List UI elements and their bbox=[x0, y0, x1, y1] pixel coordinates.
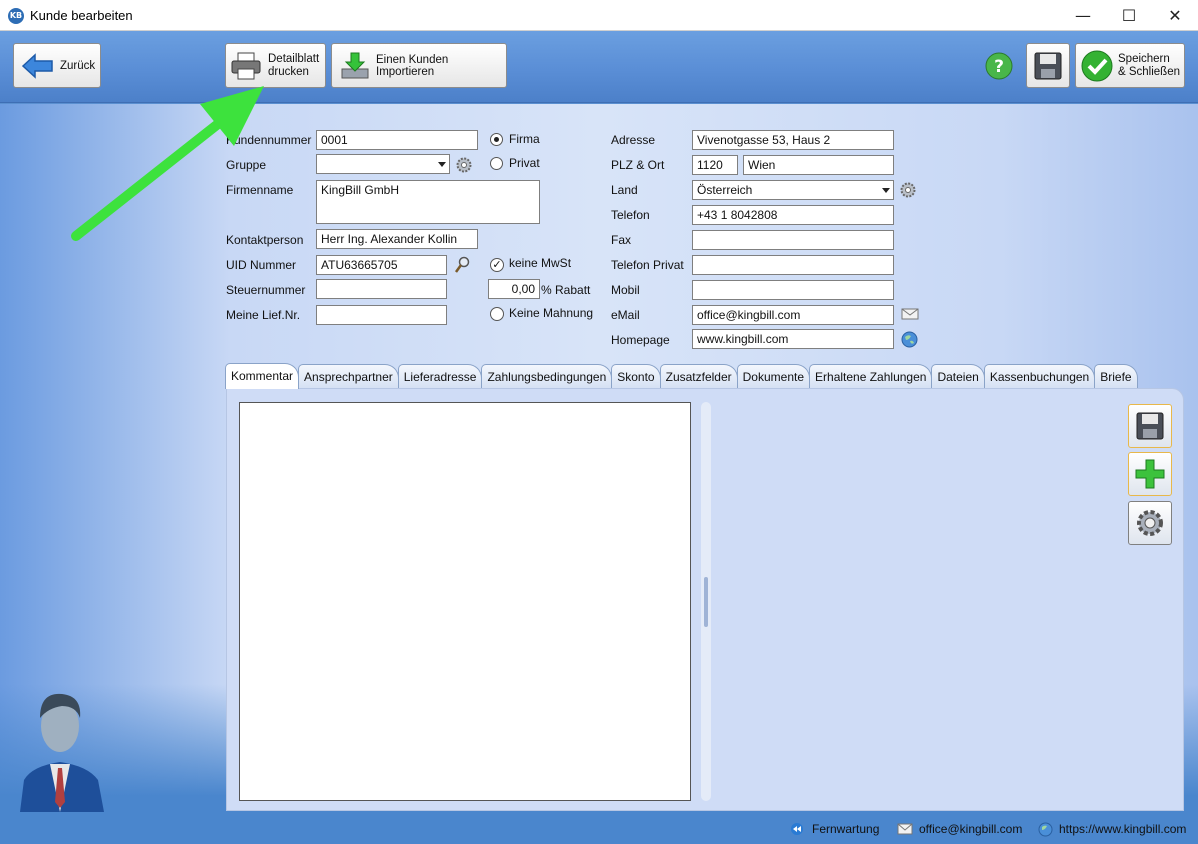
floppy-disk-icon bbox=[1136, 412, 1164, 440]
chevron-down-icon bbox=[438, 162, 446, 167]
email-label: eMail bbox=[611, 308, 640, 322]
mobil-label: Mobil bbox=[611, 283, 640, 297]
remote-support-icon bbox=[791, 823, 803, 835]
email-field[interactable]: office@kingbill.com bbox=[692, 305, 894, 325]
ort-field[interactable]: Wien bbox=[743, 155, 894, 175]
rabatt-field[interactable]: 0,00 bbox=[488, 279, 540, 299]
keine-mwst-checkbox[interactable]: ✓ bbox=[490, 258, 504, 272]
tab-dateien[interactable]: Dateien bbox=[931, 364, 985, 389]
gear-icon bbox=[1137, 510, 1163, 536]
keine-mahnung-label: Keine Mahnung bbox=[509, 306, 594, 320]
window-title: Kunde bearbeiten bbox=[30, 8, 133, 23]
lief-nr-field[interactable] bbox=[316, 305, 447, 325]
save-close-button[interactable]: Speichern & Schließen bbox=[1075, 43, 1185, 88]
tab-briefe[interactable]: Briefe bbox=[1094, 364, 1138, 389]
checkmark-icon bbox=[1081, 50, 1113, 81]
tab-zusatzfelder[interactable]: Zusatzfelder bbox=[659, 364, 738, 389]
telefon-label: Telefon bbox=[611, 208, 650, 222]
steuernummer-label: Steuernummer bbox=[226, 283, 306, 297]
rabatt-label: % Rabatt bbox=[541, 283, 591, 297]
title-bar: KB Kunde bearbeiten — ☐ ✕ bbox=[0, 0, 1198, 31]
import-label: Einen Kunden Importieren bbox=[376, 53, 449, 78]
comment-settings-button[interactable] bbox=[1128, 501, 1172, 545]
telefon-privat-label: Telefon Privat bbox=[611, 258, 684, 272]
user-avatar-icon bbox=[20, 693, 104, 812]
firma-label: Firma bbox=[509, 132, 540, 146]
steuernummer-field[interactable] bbox=[316, 279, 447, 299]
printer-icon bbox=[231, 52, 261, 79]
arrow-left-icon bbox=[22, 52, 53, 79]
fax-label: Fax bbox=[611, 233, 632, 247]
import-customer-button[interactable]: Einen Kunden Importieren bbox=[331, 43, 507, 88]
comment-add-button[interactable] bbox=[1128, 452, 1172, 496]
firma-radio[interactable] bbox=[490, 133, 503, 146]
envelope-icon bbox=[897, 823, 913, 835]
privat-label: Privat bbox=[509, 156, 540, 170]
homepage-label: Homepage bbox=[611, 333, 670, 347]
app-logo-icon: KB bbox=[8, 8, 24, 24]
tab-ansprechpartner[interactable]: Ansprechpartner bbox=[298, 364, 399, 389]
website-link[interactable]: https://www.kingbill.com bbox=[1038, 820, 1186, 838]
plus-icon bbox=[1135, 459, 1165, 489]
uid-label: UID Nummer bbox=[226, 258, 297, 272]
minimize-button[interactable]: — bbox=[1060, 0, 1106, 31]
tab-skonto[interactable]: Skonto bbox=[611, 364, 661, 389]
close-button[interactable]: ✕ bbox=[1152, 0, 1198, 31]
mobil-field[interactable] bbox=[692, 280, 894, 300]
lief-nr-label: Meine Lief.Nr. bbox=[226, 308, 301, 322]
magnifier-icon[interactable] bbox=[454, 256, 470, 274]
gear-icon[interactable] bbox=[456, 157, 472, 173]
save-close-label: Speichern & Schließen bbox=[1118, 52, 1181, 78]
svg-text:?: ? bbox=[994, 57, 1004, 77]
comment-save-button[interactable] bbox=[1128, 404, 1172, 448]
uid-field[interactable]: ATU63665705 bbox=[316, 255, 447, 275]
envelope-icon[interactable] bbox=[901, 307, 919, 321]
tab-erhaltene-zahlungen[interactable]: Erhaltene Zahlungen bbox=[809, 364, 933, 389]
keine-mahnung-checkbox[interactable] bbox=[490, 307, 504, 321]
kundennummer-field[interactable]: 0001 bbox=[316, 130, 478, 150]
print-label: Detailblatt drucken bbox=[268, 52, 320, 78]
telefon-privat-field[interactable] bbox=[692, 255, 894, 275]
help-icon[interactable]: ? bbox=[985, 52, 1013, 80]
back-label: Zurück bbox=[60, 59, 96, 72]
plz-field[interactable]: 1120 bbox=[692, 155, 738, 175]
tab-dokumente[interactable]: Dokumente bbox=[736, 364, 811, 389]
gear-icon[interactable] bbox=[900, 182, 916, 198]
globe-icon[interactable] bbox=[901, 331, 918, 348]
tab-lieferadresse[interactable]: Lieferadresse bbox=[397, 364, 483, 389]
tab-kommentar[interactable]: Kommentar bbox=[225, 363, 300, 389]
adresse-field[interactable]: Vivenotgasse 53, Haus 2 bbox=[692, 130, 894, 150]
tab-zahlungsbedingungen[interactable]: Zahlungsbedingungen bbox=[481, 364, 613, 389]
splitter-handle[interactable] bbox=[701, 402, 711, 801]
tab-kassenbuchungen[interactable]: Kassenbuchungen bbox=[983, 364, 1096, 389]
floppy-disk-icon bbox=[1034, 52, 1062, 79]
adresse-label: Adresse bbox=[611, 133, 656, 147]
gruppe-select[interactable] bbox=[316, 154, 450, 174]
homepage-field[interactable]: www.kingbill.com bbox=[692, 329, 894, 349]
land-label: Land bbox=[611, 183, 638, 197]
fax-field[interactable] bbox=[692, 230, 894, 250]
kontaktperson-field[interactable]: Herr Ing. Alexander Kollin bbox=[316, 229, 478, 249]
privat-radio[interactable] bbox=[490, 157, 503, 170]
fernwartung-link[interactable]: Fernwartung bbox=[790, 820, 879, 838]
import-icon bbox=[341, 52, 369, 78]
keine-mwst-label: keine MwSt bbox=[509, 256, 572, 270]
kommentar-panel bbox=[226, 388, 1184, 811]
chevron-down-icon bbox=[882, 188, 890, 193]
comment-textarea[interactable] bbox=[239, 402, 691, 801]
plz-ort-label: PLZ & Ort bbox=[611, 158, 665, 172]
email-link[interactable]: office@kingbill.com bbox=[897, 820, 1022, 838]
firmenname-field[interactable]: KingBill GmbH bbox=[316, 180, 540, 224]
maximize-button[interactable]: ☐ bbox=[1106, 0, 1152, 31]
save-button[interactable] bbox=[1026, 43, 1070, 88]
land-select[interactable]: Österreich bbox=[692, 180, 894, 200]
tab-bar: Kommentar Ansprechpartner Lieferadresse … bbox=[225, 363, 1138, 389]
globe-icon bbox=[1038, 822, 1053, 836]
green-arrow-annotation bbox=[71, 86, 264, 241]
telefon-field[interactable]: +43 1 8042808 bbox=[692, 205, 894, 225]
